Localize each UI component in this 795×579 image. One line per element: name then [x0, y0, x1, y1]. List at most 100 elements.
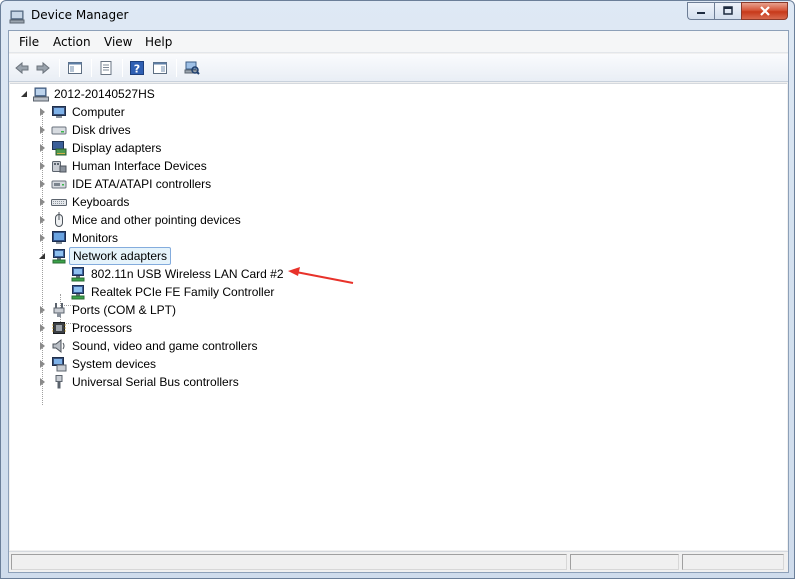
forward-icon — [36, 61, 50, 75]
tree-item-label: Computer — [72, 105, 125, 119]
console-tree-button[interactable] — [65, 58, 85, 78]
tree-item-label: Sound, video and game controllers — [72, 339, 258, 353]
tree-item-label: Ports (COM & LPT) — [72, 303, 177, 317]
expand-mice-toggle[interactable] — [39, 216, 47, 224]
device-tree[interactable]: 2012-20140527HS Computer Disk drives Dis… — [10, 83, 787, 550]
properties-icon — [100, 61, 112, 75]
computer-icon — [52, 106, 66, 118]
menu-bar: File Action View Help — [9, 31, 788, 53]
toolbar-separator — [122, 59, 123, 77]
port-icon — [53, 303, 65, 317]
menu-help[interactable]: Help — [145, 35, 172, 49]
network-adapter-icon — [52, 249, 66, 264]
scan-hardware-icon — [184, 61, 200, 75]
tree-item-label: Mice and other pointing devices — [72, 213, 241, 227]
tree-item-label: Display adapters — [72, 141, 162, 155]
tree-item-system-devices[interactable]: System devices — [51, 355, 159, 373]
network-adapter-icon — [71, 285, 85, 300]
action-pane-icon — [153, 62, 167, 74]
keyboard-icon — [51, 199, 67, 206]
expand-usb-toggle[interactable] — [39, 378, 47, 386]
mouse-icon — [55, 212, 63, 227]
tree-item-display-adapters[interactable]: Display adapters — [51, 139, 164, 157]
collapse-network-adapters-toggle[interactable] — [39, 252, 47, 260]
toolbar-separator — [176, 59, 177, 77]
window-title: Device Manager — [31, 8, 129, 22]
back-button[interactable] — [12, 58, 32, 78]
hid-icon — [52, 161, 67, 173]
scan-hardware-button[interactable] — [182, 58, 202, 78]
tree-item-network-adapters[interactable]: Network adapters — [51, 247, 172, 265]
display-adapter-icon — [52, 141, 67, 156]
disk-drive-icon — [51, 126, 67, 135]
annotation-arrow — [288, 267, 354, 284]
expand-ide-toggle[interactable] — [39, 180, 47, 188]
network-adapter-icon — [71, 267, 85, 282]
expand-ports-toggle[interactable] — [39, 306, 47, 314]
caption-buttons — [687, 2, 788, 22]
expand-display-adapters-toggle[interactable] — [39, 144, 47, 152]
expand-system-devices-toggle[interactable] — [39, 360, 47, 368]
tree-root[interactable]: 2012-20140527HS — [33, 85, 158, 103]
status-bar — [9, 551, 788, 572]
close-button[interactable] — [741, 2, 788, 20]
tree-item-monitors[interactable]: Monitors — [51, 229, 121, 247]
help-button[interactable]: ? — [127, 58, 147, 78]
minimize-icon — [697, 12, 705, 14]
client-area: File Action View Help ? 2012-20140527HS … — [8, 30, 789, 573]
tree-item-usb-controllers[interactable]: Universal Serial Bus controllers — [51, 373, 242, 391]
maximize-button[interactable] — [714, 2, 741, 20]
menu-file[interactable]: File — [19, 35, 39, 49]
expand-monitors-toggle[interactable] — [39, 234, 47, 242]
expand-disk-drives-toggle[interactable] — [39, 126, 47, 134]
tree-item-label: 802.11n USB Wireless LAN Card #2 — [91, 267, 284, 281]
help-icon: ? — [130, 61, 144, 76]
tree-root-label: 2012-20140527HS — [54, 87, 155, 101]
expand-computer-toggle[interactable] — [39, 108, 47, 116]
system-device-icon — [52, 357, 67, 372]
menu-action[interactable]: Action — [53, 35, 91, 49]
status-cell-secondary — [570, 554, 679, 570]
tree-item-label: Network adapters — [69, 247, 172, 265]
tree-item-keyboards[interactable]: Keyboards — [51, 193, 132, 211]
expand-hid-toggle[interactable] — [39, 162, 47, 170]
collapse-root-toggle[interactable] — [21, 90, 29, 98]
expand-sound-toggle[interactable] — [39, 342, 47, 350]
properties-button[interactable] — [96, 58, 116, 78]
tree-item-label: IDE ATA/ATAPI controllers — [72, 177, 212, 191]
tree-item-ports[interactable]: Ports (COM & LPT) — [51, 301, 179, 319]
tree-item-label: Monitors — [72, 231, 119, 245]
tree-item-label: Human Interface Devices — [72, 159, 207, 173]
tree-item-label: System devices — [72, 357, 157, 371]
ide-controller-icon — [51, 180, 67, 189]
tree-item-label: Disk drives — [72, 123, 131, 137]
menu-view[interactable]: View — [104, 35, 132, 49]
monitor-icon — [52, 231, 66, 244]
tree-item-human-interface-devices[interactable]: Human Interface Devices — [51, 157, 210, 175]
usb-icon — [55, 375, 63, 389]
tree-item-label: Realtek PCIe FE Family Controller — [91, 285, 275, 299]
device-manager-window: Device Manager File Action View Help ? 2… — [0, 0, 795, 579]
tree-item-realtek-controller[interactable]: Realtek PCIe FE Family Controller — [70, 283, 277, 301]
title-bar[interactable]: Device Manager — [1, 1, 794, 31]
show-hide-console-tree-icon — [68, 62, 82, 74]
status-cell-tertiary — [682, 554, 784, 570]
minimize-button[interactable] — [687, 2, 714, 20]
tree-item-disk-drives[interactable]: Disk drives — [51, 121, 134, 139]
tree-item-ide-ata-atapi-controllers[interactable]: IDE ATA/ATAPI controllers — [51, 175, 214, 193]
device-manager-icon — [9, 10, 25, 24]
close-icon — [759, 6, 770, 16]
toolbar-separator — [91, 59, 92, 77]
tree-item-mice[interactable]: Mice and other pointing devices — [51, 211, 244, 229]
tree-item-wireless-lan-card[interactable]: 802.11n USB Wireless LAN Card #2 — [70, 265, 287, 283]
tree-item-sound-video-game[interactable]: Sound, video and game controllers — [51, 337, 260, 355]
expand-keyboards-toggle[interactable] — [39, 198, 47, 206]
status-cell-main — [11, 554, 567, 570]
tree-item-computer[interactable]: Computer — [51, 103, 128, 121]
action-pane-button[interactable] — [150, 58, 170, 78]
forward-button[interactable] — [33, 58, 53, 78]
toolbar: ? — [9, 54, 788, 82]
tree-item-processors[interactable]: Processors — [51, 319, 135, 337]
expand-processors-toggle[interactable] — [39, 324, 47, 332]
computer-root-icon — [33, 87, 49, 102]
